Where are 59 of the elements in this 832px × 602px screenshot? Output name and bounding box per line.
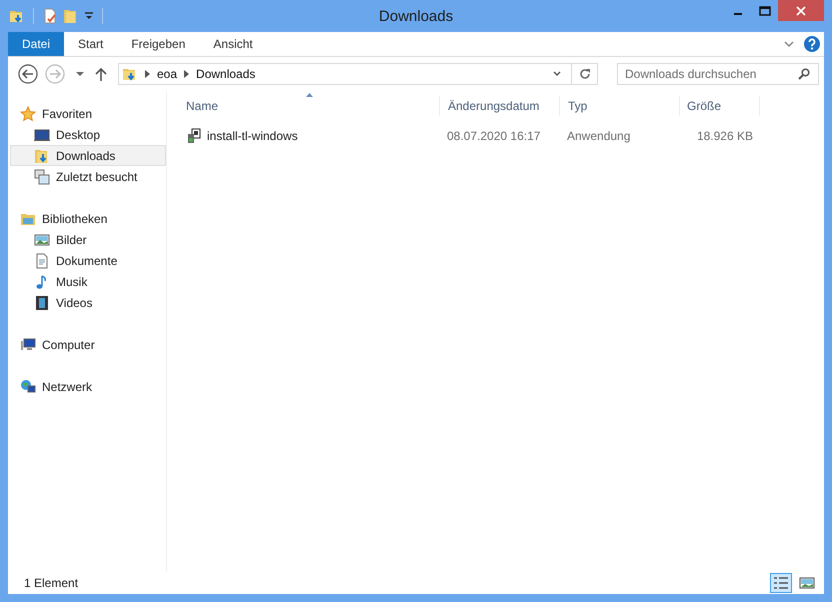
table-cell-text: Anwendung [566,128,632,142]
sidebar-item[interactable]: Musik [10,271,166,292]
dropdown-icon[interactable] [84,11,94,21]
table-cell-text: 08.07.2020 16:17 [446,128,542,142]
details-view-button[interactable] [770,573,792,593]
column-header[interactable]: Typ [560,96,680,116]
sidebar-group[interactable]: Favoriten [8,103,166,124]
ribbon-tab[interactable]: Datei [8,32,64,56]
download-folder-icon[interactable] [9,8,25,24]
column-header[interactable]: Änderungsdatum [440,96,560,116]
sort-arrow-icon [306,93,312,97]
monitor-icon [34,126,50,142]
maximize-icon [758,6,770,16]
sidebar-item[interactable]: Bilder [10,229,166,250]
film-icon [34,294,50,310]
file-name[interactable]: install-tl-windows [207,128,298,142]
chevron-right-icon[interactable] [145,70,150,78]
sidebar-item[interactable]: Dokumente [10,250,166,271]
picture-icon [34,232,50,248]
star-icon [20,106,36,122]
help-icon[interactable] [804,36,820,52]
download-folder-icon [34,148,50,164]
chevron-down-icon[interactable] [552,70,562,78]
sidebar-group[interactable]: Computer [8,334,166,355]
sidebar-group[interactable]: Bibliotheken [8,208,166,229]
download-folder-icon [122,66,138,82]
minimize-icon [732,13,742,15]
sidebar-group[interactable]: Netzwerk [8,376,166,397]
ribbon-tab[interactable]: Freigeben [117,32,200,56]
ribbon-tab[interactable]: Ansicht [199,32,267,56]
search-field[interactable]: Downloads durchsuchen [617,63,819,85]
sidebar-item[interactable]: Downloads [10,145,166,166]
properties-icon[interactable] [42,8,58,24]
search-icon[interactable] [798,68,810,80]
breadcrumb[interactable]: Downloads [196,67,256,81]
sidebar-item[interactable]: Videos [10,292,166,313]
recent-places-icon [34,168,50,184]
close-button[interactable] [778,0,824,21]
table-cell-text: 18.926 KB [696,128,754,142]
breadcrumb[interactable]: eoa [157,67,178,81]
network-globe-icon [20,378,36,394]
installer-icon [186,128,202,144]
sidebar-item[interactable]: Desktop [10,124,166,145]
document-icon [34,252,50,268]
window-title: Downloads [378,8,454,25]
back-icon[interactable] [18,64,38,84]
caret-icon[interactable] [76,71,84,77]
chevron-right-icon[interactable] [184,70,190,78]
computer-icon [20,336,36,352]
chevron-down-icon[interactable] [783,39,795,49]
ribbon-tab[interactable]: Start [64,32,118,56]
close-icon [796,6,806,16]
address-bar[interactable]: eoa Downloads [118,63,598,85]
status-text: 1 Element [24,576,78,590]
sidebar-item[interactable]: Zuletzt besucht [10,166,166,187]
column-header[interactable]: Name [178,96,440,116]
column-header[interactable]: Größe [680,96,760,116]
up-arrow-icon[interactable] [95,67,107,81]
refresh-icon [578,68,590,80]
